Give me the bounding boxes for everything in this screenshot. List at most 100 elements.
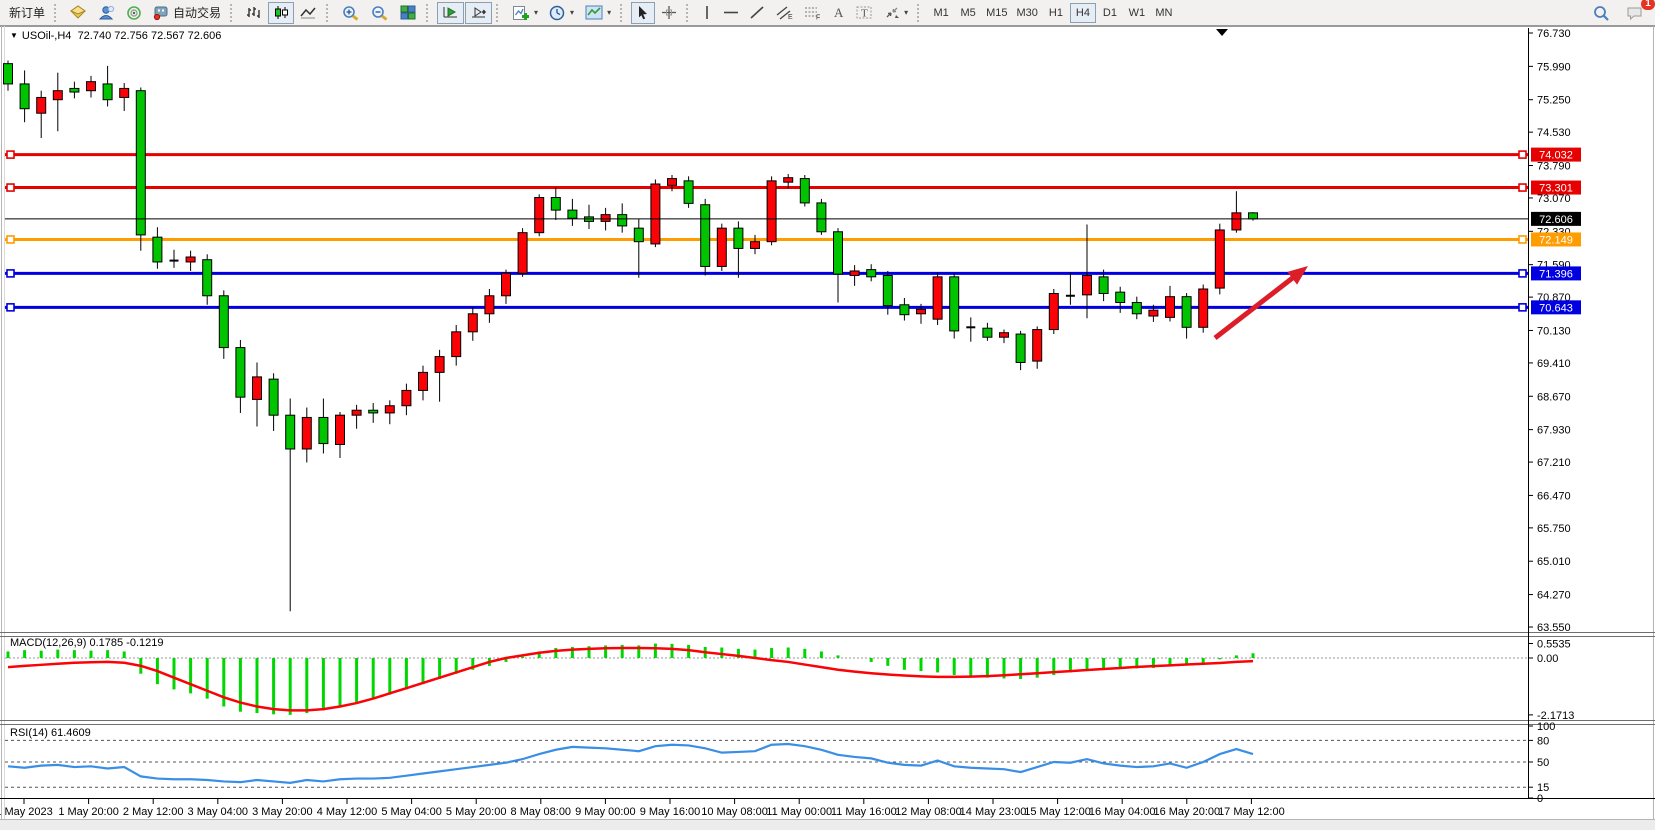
candle-body xyxy=(452,332,461,357)
timeframe-mn[interactable]: MN xyxy=(1151,3,1177,23)
candle-body xyxy=(551,198,560,211)
candle-body xyxy=(136,91,145,235)
candle-body xyxy=(933,277,942,319)
timeframe-h4[interactable]: H4 xyxy=(1070,3,1096,23)
toolbar-separator xyxy=(620,4,627,22)
candle-body xyxy=(319,417,328,443)
time-axis-label: 15 May 12:00 xyxy=(1024,806,1091,818)
level-handle[interactable] xyxy=(1519,270,1526,277)
candle-body xyxy=(1215,230,1224,288)
time-axis-label: 5 May 20:00 xyxy=(446,806,507,818)
line-chart-icon xyxy=(300,5,317,20)
svg-text:F: F xyxy=(816,15,820,21)
period-button[interactable]: ▾ xyxy=(544,2,579,24)
level-handle[interactable] xyxy=(7,236,14,243)
svg-text:70.643: 70.643 xyxy=(1539,302,1573,314)
level-handle[interactable] xyxy=(1519,184,1526,191)
candle-body xyxy=(502,273,511,296)
templates-button[interactable]: ▾ xyxy=(580,2,616,24)
horizontal-line-icon xyxy=(723,5,739,20)
tile-windows-button[interactable] xyxy=(395,2,422,24)
timeframe-d1[interactable]: D1 xyxy=(1097,3,1123,23)
community-button[interactable] xyxy=(93,2,120,24)
vertical-line-button[interactable] xyxy=(697,2,717,24)
chart-shift-icon xyxy=(470,5,487,20)
candle-body xyxy=(850,271,859,276)
market-button[interactable] xyxy=(65,2,92,24)
level-handle[interactable] xyxy=(1519,304,1526,311)
price-tick-label: 76.730 xyxy=(1537,28,1571,40)
candle-body xyxy=(1182,297,1191,328)
rsi-axis-label: 50 xyxy=(1537,757,1549,769)
candlestick-chart-button[interactable] xyxy=(268,2,294,24)
toolbar-separator xyxy=(917,4,924,22)
fibonacci-button[interactable]: F xyxy=(799,2,826,24)
zoom-out-button[interactable] xyxy=(366,2,394,24)
candle-body xyxy=(1232,213,1241,230)
candle-body xyxy=(468,314,477,332)
level-handle[interactable] xyxy=(7,304,14,311)
zoom-in-button[interactable] xyxy=(337,2,365,24)
text-icon: A xyxy=(832,5,845,20)
chart-canvas[interactable]: 76.73075.99075.25074.53073.79073.07072.3… xyxy=(0,26,1655,830)
level-handle[interactable] xyxy=(1519,236,1526,243)
timeframe-h1[interactable]: H1 xyxy=(1043,3,1069,23)
crosshair-button[interactable] xyxy=(656,2,682,24)
candle-body xyxy=(153,237,162,262)
level-handle[interactable] xyxy=(1519,151,1526,158)
time-axis-label: 12 May 08:00 xyxy=(895,806,962,818)
level-handle[interactable] xyxy=(7,151,14,158)
candle-body xyxy=(120,88,129,97)
toolbar-separator xyxy=(426,4,433,22)
candle-body xyxy=(219,296,228,348)
add-indicator-button[interactable]: ▾ xyxy=(507,2,543,24)
chevron-down-icon: ▾ xyxy=(607,8,611,17)
chevron-down-icon: ▾ xyxy=(570,8,574,17)
time-axis-label: 2 May 12:00 xyxy=(123,806,184,818)
candle-body xyxy=(784,178,793,183)
candle-body xyxy=(917,309,926,314)
horizontal-line-button[interactable] xyxy=(718,2,744,24)
price-tick-label: 67.210 xyxy=(1537,457,1571,469)
time-axis-label: 11 May 16:00 xyxy=(831,806,897,818)
timeframe-m30[interactable]: M30 xyxy=(1013,3,1042,23)
timeframe-group: M1M5M15M30H1H4D1W1MN xyxy=(928,3,1177,23)
search-button[interactable] xyxy=(1588,2,1615,24)
candle-body xyxy=(751,242,760,249)
arrows-button[interactable]: ▾ xyxy=(879,2,913,24)
timeframe-m1[interactable]: M1 xyxy=(928,3,954,23)
toolbar-separator xyxy=(686,4,693,22)
autotrading-button[interactable]: 自动交易 xyxy=(148,2,226,24)
toolbar-separator xyxy=(496,4,503,22)
search-icon xyxy=(1593,5,1610,21)
bar-chart-icon xyxy=(246,5,262,20)
svg-text:E: E xyxy=(788,14,793,20)
chat-button[interactable]: 1 xyxy=(1621,2,1649,24)
equidistant-channel-button[interactable]: E xyxy=(771,2,798,24)
auto-scroll-button[interactable] xyxy=(437,2,464,24)
new-order-button[interactable]: 新订单 xyxy=(4,2,50,24)
candle-body xyxy=(485,296,494,314)
bar-chart-button[interactable] xyxy=(241,2,267,24)
text-button[interactable]: A xyxy=(827,2,850,24)
zoom-in-icon xyxy=(342,5,360,21)
candle-body xyxy=(20,84,29,109)
candle-body xyxy=(419,372,428,390)
timeframe-m5[interactable]: M5 xyxy=(955,3,981,23)
price-tick-label: 74.530 xyxy=(1537,127,1571,139)
level-handle[interactable] xyxy=(7,184,14,191)
signals-button[interactable] xyxy=(121,2,147,24)
cursor-button[interactable] xyxy=(631,2,655,24)
text-label-button[interactable]: T xyxy=(851,2,878,24)
timeframe-m15[interactable]: M15 xyxy=(982,3,1011,23)
trendline-button[interactable] xyxy=(745,2,770,24)
candle-body xyxy=(651,184,660,244)
level-handle[interactable] xyxy=(7,270,14,277)
svg-text:72.606: 72.606 xyxy=(1539,214,1573,226)
timeframe-w1[interactable]: W1 xyxy=(1124,3,1150,23)
toolbar-right: 1 xyxy=(1588,2,1651,24)
candle-body xyxy=(634,228,643,242)
chart-shift-button[interactable] xyxy=(465,2,492,24)
line-chart-button[interactable] xyxy=(295,2,322,24)
candle-body xyxy=(568,210,577,218)
